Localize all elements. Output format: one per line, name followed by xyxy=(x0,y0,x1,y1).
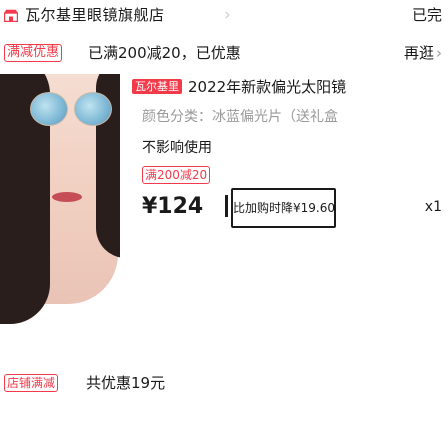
thumb-lips xyxy=(52,192,82,202)
coupon-tag: 满200减20 xyxy=(142,166,211,184)
store-header[interactable]: 瓦尔基里眼镜旗舰店 › 已完 xyxy=(0,0,448,36)
promo-action-label: 再逛 xyxy=(403,44,434,62)
product-spec[interactable]: 颜色分类：冰蓝偏光片（送礼盒 xyxy=(142,107,338,127)
product-title[interactable]: 瓦尔基里 2022年新款偏光太阳镜 xyxy=(132,77,444,97)
promo-text: 已满200减20，已优惠 xyxy=(88,44,241,62)
store-name[interactable]: 瓦尔基里眼镜旗舰店 xyxy=(25,5,165,25)
product-item[interactable]: 瓦尔基里 2022年新款偏光太阳镜 颜色分类：冰蓝偏光片（送礼盒 不影响使用 满2… xyxy=(0,74,448,364)
promo-tag: 满减优惠 xyxy=(4,44,63,62)
product-quantity: x1 xyxy=(424,199,442,215)
discount-total: 共优惠19元 xyxy=(86,374,166,392)
price-divider xyxy=(225,195,228,217)
discount-summary: 店铺满减 共优惠19元 xyxy=(0,364,448,431)
thumb-lens-right xyxy=(74,92,112,126)
product-thumbnail[interactable] xyxy=(0,74,120,364)
price-drop-button[interactable]: 比加购时降¥19.60 xyxy=(231,188,336,228)
thumb-lens-left xyxy=(30,92,68,126)
brand-badge: 瓦尔基里 xyxy=(132,79,182,94)
promo-action-link[interactable]: 再逛 › xyxy=(404,43,442,63)
promo-bar: 满减优惠 已满200减20，已优惠 再逛 › xyxy=(0,36,448,74)
product-desc: 不影响使用 xyxy=(142,140,212,156)
product-price: ¥124 xyxy=(142,194,204,219)
product-title-text: 2022年新款偏光太阳镜 xyxy=(188,78,347,96)
store-icon xyxy=(4,9,18,22)
chevron-right-icon: › xyxy=(224,5,231,25)
chevron-right-icon: › xyxy=(436,44,442,62)
order-status: 已完 xyxy=(411,6,442,24)
store-discount-tag: 店铺满减 xyxy=(4,374,59,392)
